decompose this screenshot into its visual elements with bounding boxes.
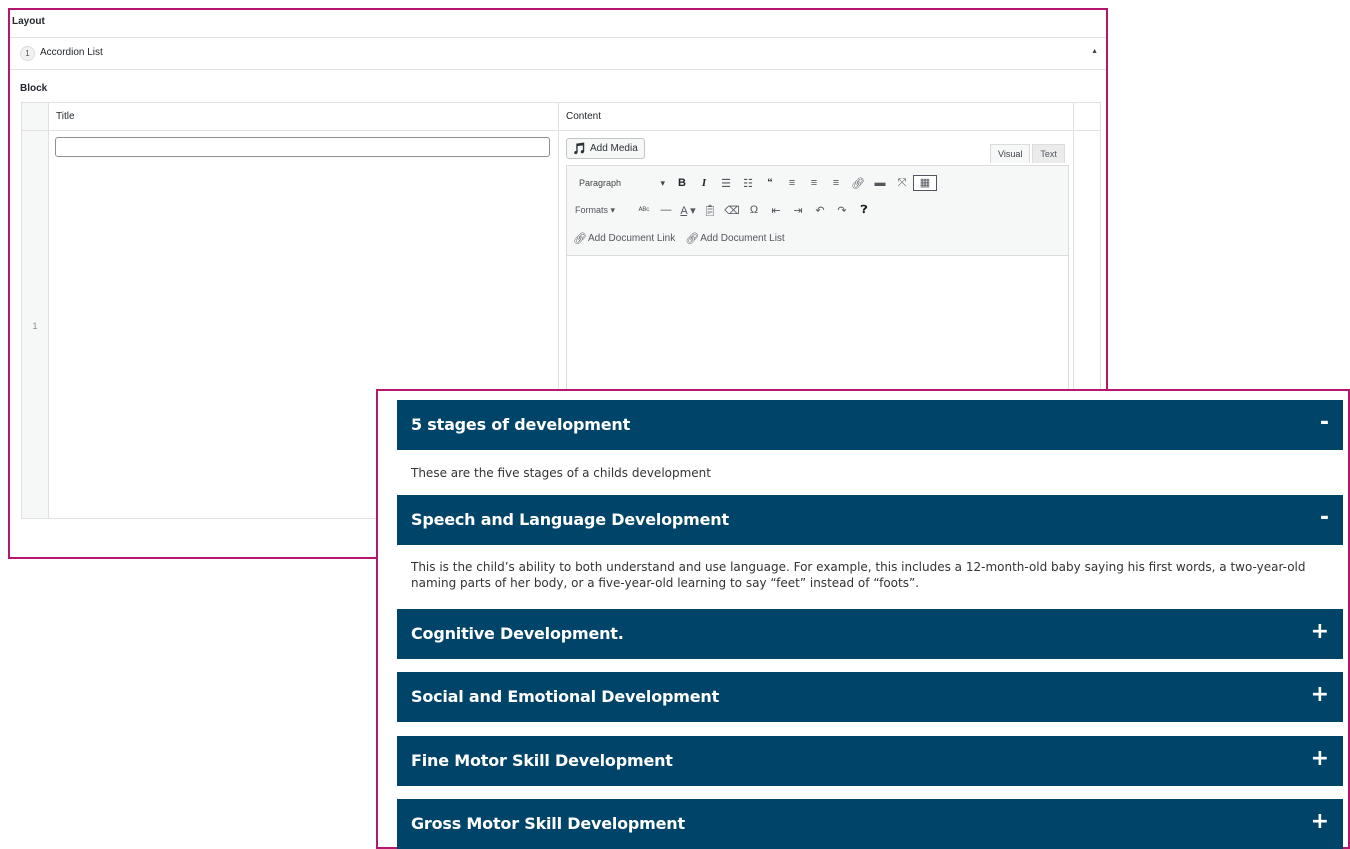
link-icon: 🔗︎ <box>685 232 700 245</box>
accordion-title: Cognitive Development. <box>411 624 624 643</box>
add-media-label: Add Media <box>589 143 638 154</box>
undo-icon[interactable]: ↶ <box>809 204 831 217</box>
add-document-list-label: Add Document List <box>700 232 785 244</box>
row-number: 1 <box>32 321 38 331</box>
align-center-icon[interactable]: ≡ <box>803 177 825 189</box>
text-color-icon[interactable]: A ▾ <box>677 204 699 217</box>
minus-icon[interactable]: - <box>1320 410 1329 435</box>
plus-icon[interactable]: + <box>1311 746 1329 771</box>
read-more-icon[interactable]: ▬ <box>869 177 891 189</box>
align-right-icon[interactable]: ≡ <box>825 177 847 189</box>
paste-text-icon[interactable]: 📋︎ <box>699 204 721 217</box>
bold-icon[interactable]: B <box>671 177 693 189</box>
repeater-header: Title Content <box>22 103 1100 131</box>
toolbar-row-3: 🔗︎ Add Document Link 🔗︎ Add Document Lis… <box>573 228 795 248</box>
special-character-icon[interactable]: Ω <box>743 204 765 216</box>
plus-icon[interactable]: + <box>1311 809 1329 834</box>
blockquote-icon[interactable]: “ <box>759 177 781 189</box>
layout-label: Layout <box>12 16 45 27</box>
plus-icon[interactable]: + <box>1311 619 1329 644</box>
outdent-icon[interactable]: ⇤ <box>765 204 787 217</box>
horizontal-line-icon[interactable]: — <box>655 204 677 216</box>
numbered-list-icon[interactable]: ☷ <box>737 177 759 190</box>
accordion-title: Fine Motor Skill Development <box>411 751 673 770</box>
layout-row-handle[interactable]: 1 Accordion List ▲ <box>10 37 1106 70</box>
formats-menu[interactable]: Formats ▾ <box>573 205 633 216</box>
triangle-up-icon[interactable]: ▲ <box>1091 48 1098 55</box>
add-media-button[interactable]: 🎵︎ Add Media <box>566 138 645 159</box>
accordion-header[interactable]: Fine Motor Skill Development + <box>397 736 1343 786</box>
plus-icon[interactable]: + <box>1311 682 1329 707</box>
redo-icon[interactable]: ↷ <box>831 204 853 217</box>
add-media-icon: 🎵︎ <box>572 143 586 155</box>
format-select[interactable]: Paragraph ▾ <box>573 178 671 189</box>
toolbar-row-2: Formats ▾ ᴬᴮᶜ — A ▾ 📋︎ ⌫ Ω ⇤ ⇥ ↶ ↷ ❓︎ <box>573 200 875 220</box>
row-order-column[interactable]: 1 <box>22 103 49 518</box>
format-select-value: Paragraph <box>579 177 622 188</box>
toolbar-toggle-icon[interactable]: ▦ <box>913 175 937 191</box>
editor-toolbar: Paragraph ▾ B I ☰ ☷ “ ≡ ≡ ≡ 🔗︎ ▬ ⤧ ▦ For… <box>566 165 1069 256</box>
accordion-header[interactable]: Cognitive Development. + <box>397 609 1343 659</box>
accordion-header[interactable]: Speech and Language Development - <box>397 495 1343 545</box>
italic-icon[interactable]: I <box>693 177 715 189</box>
column-header-content: Content <box>566 111 602 122</box>
tab-text[interactable]: Text <box>1032 144 1065 163</box>
indent-icon[interactable]: ⇥ <box>787 204 809 217</box>
editor-tabs: Visual Text <box>990 144 1067 163</box>
add-document-link-label: Add Document Link <box>587 232 676 244</box>
help-icon[interactable]: ❓︎ <box>853 204 875 217</box>
layout-order-badge[interactable]: 1 <box>20 46 35 61</box>
fullscreen-icon[interactable]: ⤧ <box>891 177 913 190</box>
accordion-title: Social and Emotional Development <box>411 687 720 706</box>
bullet-list-icon[interactable]: ☰ <box>715 177 737 190</box>
link-icon: 🔗︎ <box>573 232 587 245</box>
add-document-list-button[interactable]: 🔗︎ Add Document List <box>685 232 784 245</box>
accordion-title: Gross Motor Skill Development <box>411 814 685 833</box>
chevron-down-icon: ▾ <box>660 177 665 188</box>
link-icon[interactable]: 🔗︎ <box>847 177 869 190</box>
column-header-title: Title <box>56 111 75 122</box>
accordion-title: Speech and Language Development <box>411 510 729 529</box>
tab-visual[interactable]: Visual <box>990 144 1031 163</box>
align-left-icon[interactable]: ≡ <box>781 177 803 189</box>
accordion-header[interactable]: 5 stages of development - <box>397 400 1343 450</box>
accordion-preview: 5 stages of development - These are the … <box>376 389 1350 849</box>
accordion-header[interactable]: Social and Emotional Development + <box>397 672 1343 722</box>
title-input[interactable] <box>55 137 550 157</box>
clear-formatting-icon[interactable]: ⌫ <box>721 204 743 217</box>
toolbar-row-1: Paragraph ▾ B I ☰ ☷ “ ≡ ≡ ≡ 🔗︎ ▬ ⤧ ▦ <box>573 173 937 193</box>
add-document-link-button[interactable]: 🔗︎ Add Document Link <box>573 232 675 245</box>
accordion-body: These are the five stages of a childs de… <box>411 466 711 480</box>
layout-name: Accordion List <box>40 47 103 58</box>
strikethrough-icon[interactable]: ᴬᴮᶜ <box>633 205 655 215</box>
minus-icon[interactable]: - <box>1320 505 1329 530</box>
accordion-header[interactable]: Gross Motor Skill Development + <box>397 799 1343 849</box>
accordion-body: This is the child’s ability to both unde… <box>411 560 1306 590</box>
block-label: Block <box>20 83 48 94</box>
accordion-title: 5 stages of development <box>411 415 631 434</box>
